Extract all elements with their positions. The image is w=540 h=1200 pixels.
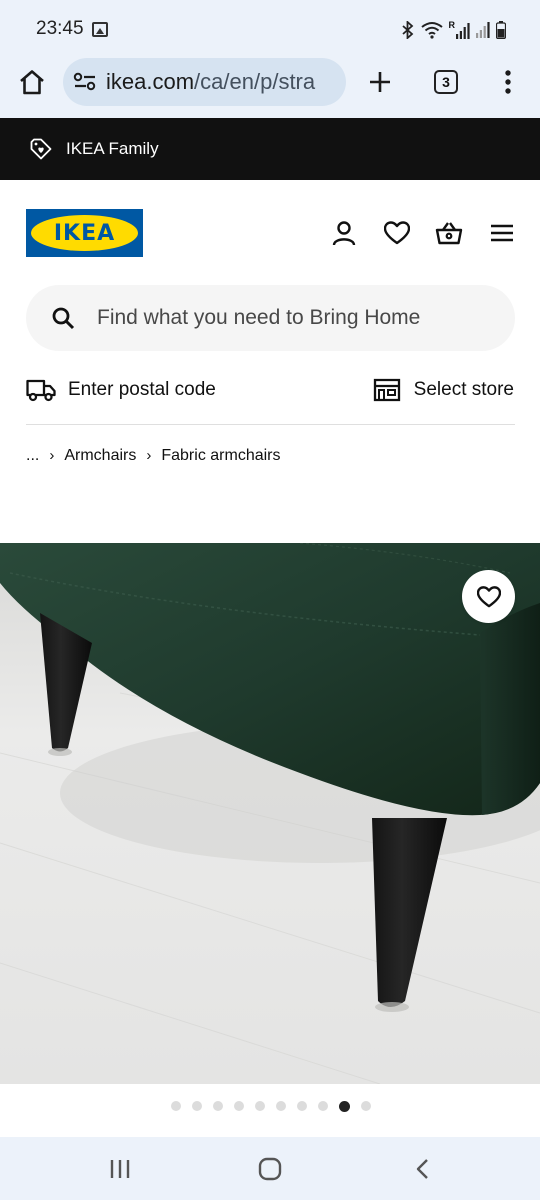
signal-roaming-label: R: [448, 20, 456, 30]
search-icon[interactable]: [51, 306, 75, 330]
ikea-family-label: IKEA Family: [66, 139, 159, 158]
select-store-button[interactable]: Select store: [373, 375, 514, 405]
ikea-logo-text: IKEA: [53, 220, 116, 246]
address-bar[interactable]: ikea.com/ca/en/p/stra: [63, 58, 346, 106]
system-nav-bar: [0, 1137, 540, 1200]
carousel-dots: [0, 1099, 540, 1113]
hamburger-menu-icon: [491, 224, 513, 242]
ikea-logo-oval: IKEA: [31, 215, 138, 251]
url-path: /ca/en/p/stra: [194, 69, 316, 94]
carousel-dot[interactable]: [339, 1100, 350, 1112]
recents-icon: [110, 1159, 130, 1178]
url-text[interactable]: ikea.com/ca/en/p/stra: [106, 69, 315, 95]
product-image[interactable]: [0, 543, 540, 1084]
favourites-button[interactable]: [383, 219, 411, 247]
add-to-favourites-button[interactable]: [462, 570, 515, 623]
home-nav-button[interactable]: [230, 1137, 310, 1200]
cart-button[interactable]: [435, 219, 463, 247]
tag-icon: [30, 138, 52, 160]
main-menu-button[interactable]: [488, 219, 516, 247]
breadcrumb-armchairs[interactable]: Armchairs: [64, 447, 136, 465]
shopping-basket-icon: [435, 222, 463, 245]
back-icon: [416, 1158, 428, 1179]
home-button[interactable]: [14, 64, 50, 100]
chevron-right-icon: ›: [49, 446, 55, 464]
home-icon: [20, 70, 44, 95]
breadcrumb: ... › Armchairs › Fabric armchairs: [26, 447, 281, 465]
status-time: 23:45: [36, 18, 84, 39]
bluetooth-icon: [401, 21, 413, 39]
search-box[interactable]: [26, 285, 515, 351]
green-velvet-armchair-photo: [0, 543, 540, 1084]
carousel-dot[interactable]: [361, 1101, 371, 1111]
postal-code-label: Enter postal code: [68, 379, 216, 400]
kebab-menu-icon: [505, 70, 511, 94]
carousel-dot[interactable]: [171, 1101, 181, 1111]
signal-icon: [456, 23, 470, 39]
tab-switcher-button[interactable]: 3: [434, 70, 458, 94]
divider: [26, 424, 515, 425]
postal-code-button[interactable]: Enter postal code: [26, 375, 216, 405]
carousel-dot[interactable]: [297, 1101, 307, 1111]
chevron-right-icon: ›: [146, 446, 152, 464]
carousel-dot[interactable]: [318, 1101, 328, 1111]
signal-icon: [476, 22, 490, 38]
carousel-dot[interactable]: [234, 1101, 244, 1111]
heart-icon: [384, 221, 410, 245]
carousel-dot[interactable]: [276, 1101, 286, 1111]
store-icon: [373, 378, 400, 402]
ikea-logo[interactable]: IKEA: [26, 209, 143, 257]
wifi-icon: [420, 22, 443, 39]
carousel-dot[interactable]: [255, 1101, 265, 1111]
site-settings-icon[interactable]: [73, 72, 97, 92]
plus-icon: [370, 72, 390, 92]
carousel-dot[interactable]: [213, 1101, 223, 1111]
browser-menu-button[interactable]: [496, 64, 520, 100]
select-store-label: Select store: [413, 379, 514, 400]
carousel-dot[interactable]: [192, 1101, 202, 1111]
home-circle-icon: [258, 1157, 282, 1180]
gallery-icon: [92, 22, 108, 37]
profile-icon: [332, 221, 356, 246]
url-domain: ikea.com: [106, 69, 195, 94]
battery-icon: [496, 21, 506, 39]
breadcrumb-ellipsis[interactable]: ...: [26, 447, 39, 465]
back-nav-button[interactable]: [382, 1137, 462, 1200]
heart-icon: [476, 585, 501, 607]
new-tab-button[interactable]: [362, 64, 398, 100]
recents-button[interactable]: [80, 1137, 160, 1200]
delivery-truck-icon: [26, 379, 56, 402]
browser-toolbar: ikea.com/ca/en/p/stra 3: [0, 58, 540, 118]
ikea-family-banner[interactable]: IKEA Family: [0, 118, 540, 180]
status-bar: 23:45 R: [0, 0, 540, 58]
profile-button[interactable]: [330, 219, 358, 247]
status-icons: R: [401, 20, 506, 40]
breadcrumb-fabric-armchairs[interactable]: Fabric armchairs: [161, 447, 280, 465]
search-input[interactable]: [96, 285, 496, 351]
